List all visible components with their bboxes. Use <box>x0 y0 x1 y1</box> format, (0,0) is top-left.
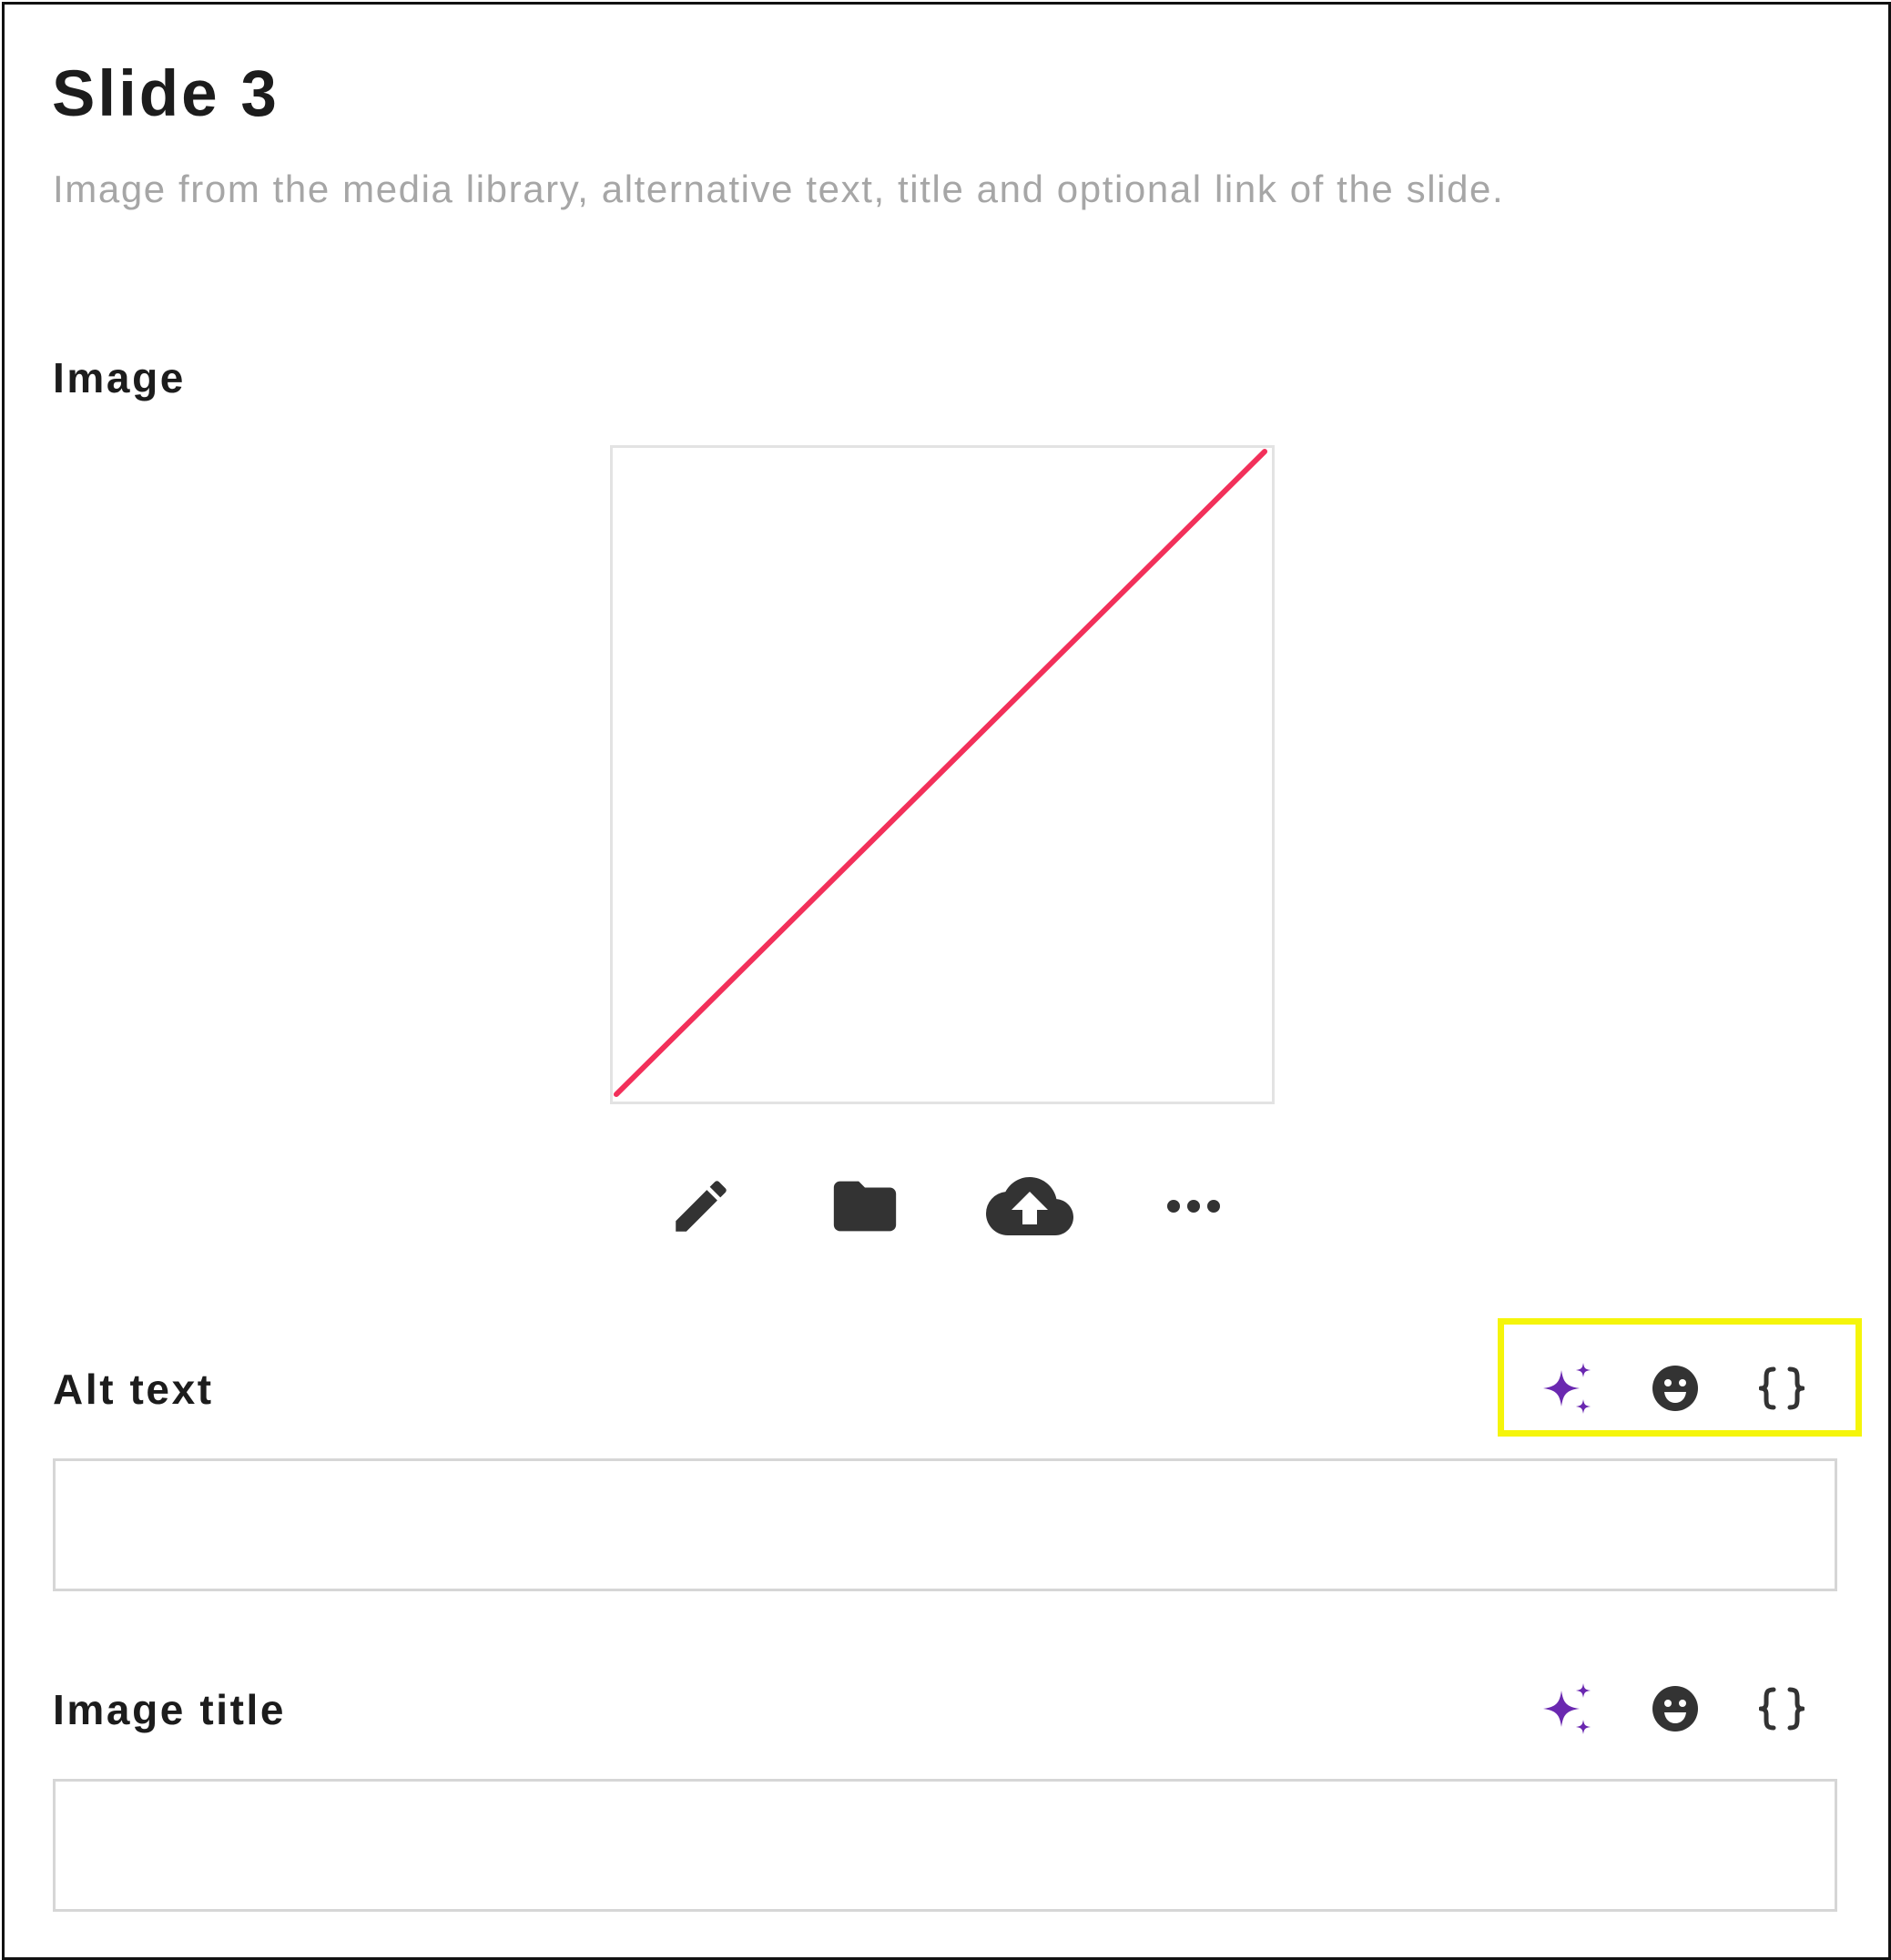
image-label: Image <box>53 354 186 401</box>
edit-image-button[interactable] <box>656 1170 747 1243</box>
curly-braces-icon <box>1759 1366 1805 1410</box>
image-placeholder[interactable] <box>610 445 1275 1104</box>
image-title-variables-button[interactable] <box>1745 1672 1818 1745</box>
slide-settings-panel: Slide 3 Image from the media library, al… <box>2 2 1891 1960</box>
alt-text-ai-button[interactable] <box>1532 1352 1605 1425</box>
pencil-icon <box>676 1181 727 1232</box>
image-toolbar <box>656 1170 1238 1243</box>
cloud-upload-icon <box>986 1177 1073 1235</box>
more-options-button[interactable] <box>1148 1170 1239 1243</box>
image-title-actions <box>1507 1672 1807 1745</box>
image-title-emoji-button[interactable] <box>1639 1672 1712 1745</box>
alt-text-actions <box>1507 1352 1807 1425</box>
image-title-label: Image title <box>53 1686 287 1733</box>
emoji-icon <box>1652 1366 1698 1411</box>
upload-image-button[interactable] <box>984 1170 1075 1243</box>
alt-text-label: Alt text <box>53 1366 214 1413</box>
ai-sparkle-icon <box>1543 1683 1591 1734</box>
media-library-button[interactable] <box>819 1170 910 1243</box>
page-description: Image from the media library, alternativ… <box>53 168 1505 210</box>
emoji-icon <box>1652 1686 1698 1732</box>
image-title-ai-button[interactable] <box>1532 1672 1605 1745</box>
page-title: Slide 3 <box>52 58 280 130</box>
image-title-input[interactable] <box>53 1779 1837 1912</box>
empty-image-icon <box>613 448 1268 1098</box>
more-horizontal-icon <box>1167 1200 1220 1213</box>
alt-text-variables-button[interactable] <box>1745 1352 1818 1425</box>
ai-sparkle-icon <box>1543 1363 1591 1414</box>
alt-text-emoji-button[interactable] <box>1639 1352 1712 1425</box>
alt-text-input[interactable] <box>53 1458 1837 1591</box>
folder-icon <box>833 1181 897 1232</box>
curly-braces-icon <box>1759 1687 1805 1731</box>
